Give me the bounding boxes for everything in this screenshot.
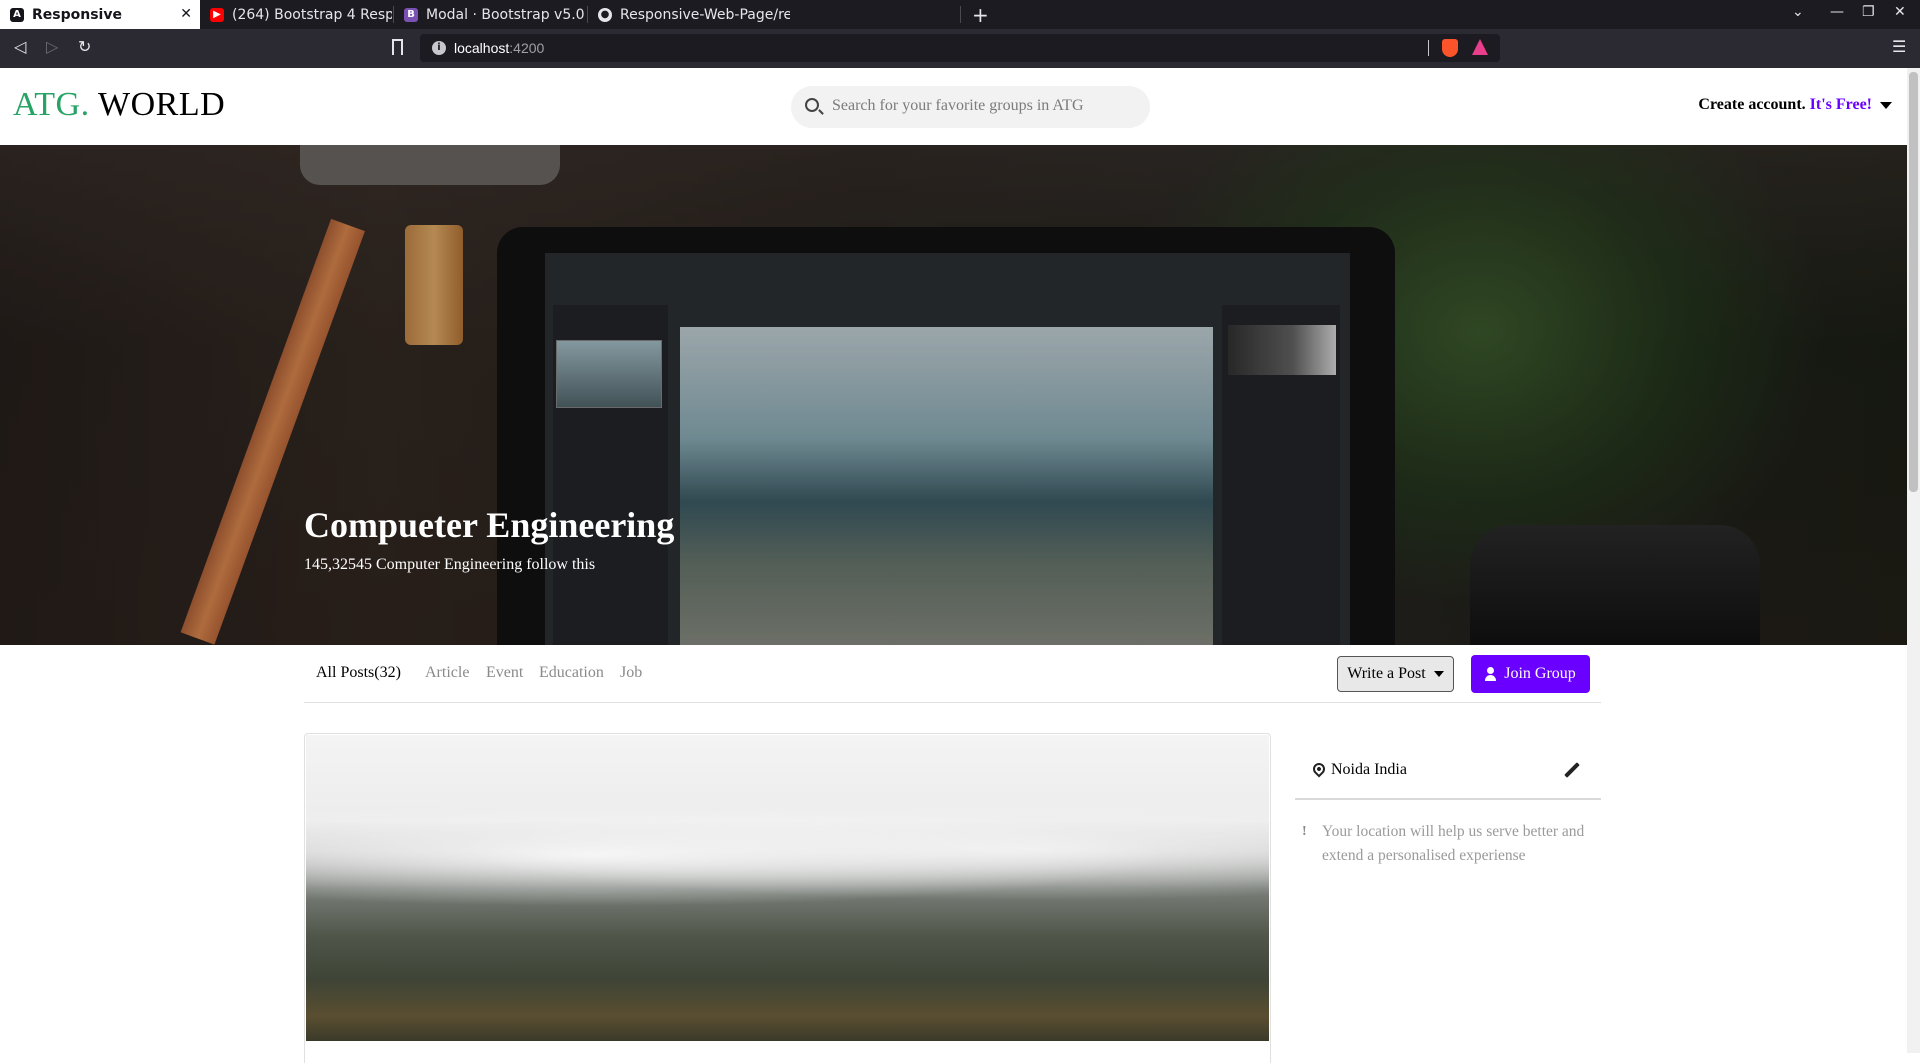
tab-job[interactable]: Job	[620, 664, 642, 682]
mist-decoration	[306, 795, 1269, 915]
site-logo[interactable]: ATG. WORLD	[13, 86, 225, 124]
tab-label: (264) Bootstrap 4 Responsive	[232, 6, 392, 23]
youtube-icon: ▶	[210, 7, 224, 22]
write-post-label: Write a Post	[1347, 665, 1426, 682]
create-account-dropdown[interactable]: Create account. It's Free!	[1698, 96, 1892, 114]
close-tab-icon[interactable]: ✕	[180, 6, 192, 22]
bootstrap-icon: B	[404, 7, 418, 22]
info-exclamation-icon: !	[1302, 824, 1307, 839]
write-post-button[interactable]: Write a Post	[1337, 656, 1454, 692]
search-icon	[805, 98, 819, 112]
tab-responsive[interactable]: A Responsive ✕	[0, 0, 200, 29]
site-info-icon[interactable]: i	[432, 41, 446, 55]
logo-atg: ATG.	[13, 86, 90, 123]
app-favicon-icon: A	[10, 7, 24, 22]
tab-label: Responsive	[32, 6, 122, 23]
logo-world: WORLD	[98, 86, 226, 123]
add-user-icon	[1485, 667, 1499, 681]
edit-pencil-icon[interactable]	[1564, 762, 1580, 778]
url-host: localhost	[454, 40, 510, 56]
hero-overlay	[0, 145, 1907, 645]
post-card[interactable]	[304, 733, 1271, 1063]
tab-youtube[interactable]: ▶ (264) Bootstrap 4 Responsive	[200, 0, 392, 29]
brave-shields-icon[interactable]	[1442, 39, 1458, 57]
back-icon[interactable]: ◁	[14, 37, 26, 56]
search-input[interactable]: Search for your favorite groups in ATG	[791, 86, 1150, 128]
site-header: ATG. WORLD Search for your favorite grou…	[0, 68, 1920, 145]
its-free-label: It's Free!	[1809, 96, 1872, 113]
minimize-icon[interactable]: —	[1830, 4, 1844, 20]
create-account-label: Create account.	[1698, 96, 1806, 113]
tab-education[interactable]: Education	[539, 664, 604, 682]
tab-all-posts[interactable]: All Posts(32)	[316, 664, 401, 682]
post-image	[306, 735, 1269, 1041]
address-divider	[1428, 40, 1429, 56]
search-placeholder: Search for your favorite groups in ATG	[832, 97, 1084, 114]
post-filter-bar: All Posts(32) Article Event Education Jo…	[304, 646, 1601, 703]
forward-icon[interactable]: ▷	[46, 37, 58, 56]
new-tab-icon[interactable]: +	[972, 3, 989, 27]
chevron-down-icon	[1433, 671, 1444, 677]
github-icon: ●	[598, 7, 612, 22]
browser-tab-bar: A Responsive ✕ ▶ (264) Bootstrap 4 Respo…	[0, 0, 1920, 29]
reload-icon[interactable]: ↻	[78, 37, 91, 56]
group-title: Compueter Engineering	[304, 505, 675, 545]
page-scrollbar[interactable]	[1907, 68, 1920, 1053]
bookmark-icon[interactable]	[392, 39, 403, 55]
browser-menu-icon[interactable]: ☰	[1892, 37, 1906, 56]
url-port: :4200	[509, 40, 545, 56]
brave-rewards-icon[interactable]	[1472, 39, 1488, 55]
tab-separator	[960, 6, 961, 23]
hero-banner: Compueter Engineering 145,32545 Computer…	[0, 145, 1907, 645]
location-field: Noida India	[1295, 746, 1601, 800]
location-name: Noida India	[1331, 761, 1407, 778]
tab-search-icon[interactable]: ⌄	[1792, 4, 1804, 20]
address-bar[interactable]: i localhost:4200	[420, 34, 1500, 62]
group-followers: 145,32545 Computer Engineering follow th…	[304, 556, 596, 573]
scrollbar-thumb[interactable]	[1909, 72, 1918, 492]
join-group-button[interactable]: Join Group	[1471, 655, 1590, 693]
url-text[interactable]: localhost:4200	[454, 40, 544, 56]
chevron-down-icon	[1880, 101, 1892, 109]
close-window-icon[interactable]: ✕	[1894, 4, 1906, 20]
maximize-icon[interactable]: ❐	[1862, 4, 1875, 20]
join-group-label: Join Group	[1504, 665, 1576, 682]
tab-bootstrap-modal[interactable]: B Modal · Bootstrap v5.0	[394, 0, 586, 29]
browser-nav-bar: ◁ ▷ ↻ i localhost:4200 ☰	[0, 29, 1920, 68]
tab-label: Modal · Bootstrap v5.0	[426, 6, 585, 23]
location-pin-icon	[1310, 760, 1328, 778]
tab-event[interactable]: Event	[486, 664, 523, 682]
tab-github[interactable]: ● Responsive-Web-Page/respon	[588, 0, 960, 29]
tab-label: Responsive-Web-Page/respon	[620, 6, 790, 23]
tab-article[interactable]: Article	[425, 664, 469, 682]
location-note-text: Your location will help us serve better …	[1322, 823, 1585, 864]
